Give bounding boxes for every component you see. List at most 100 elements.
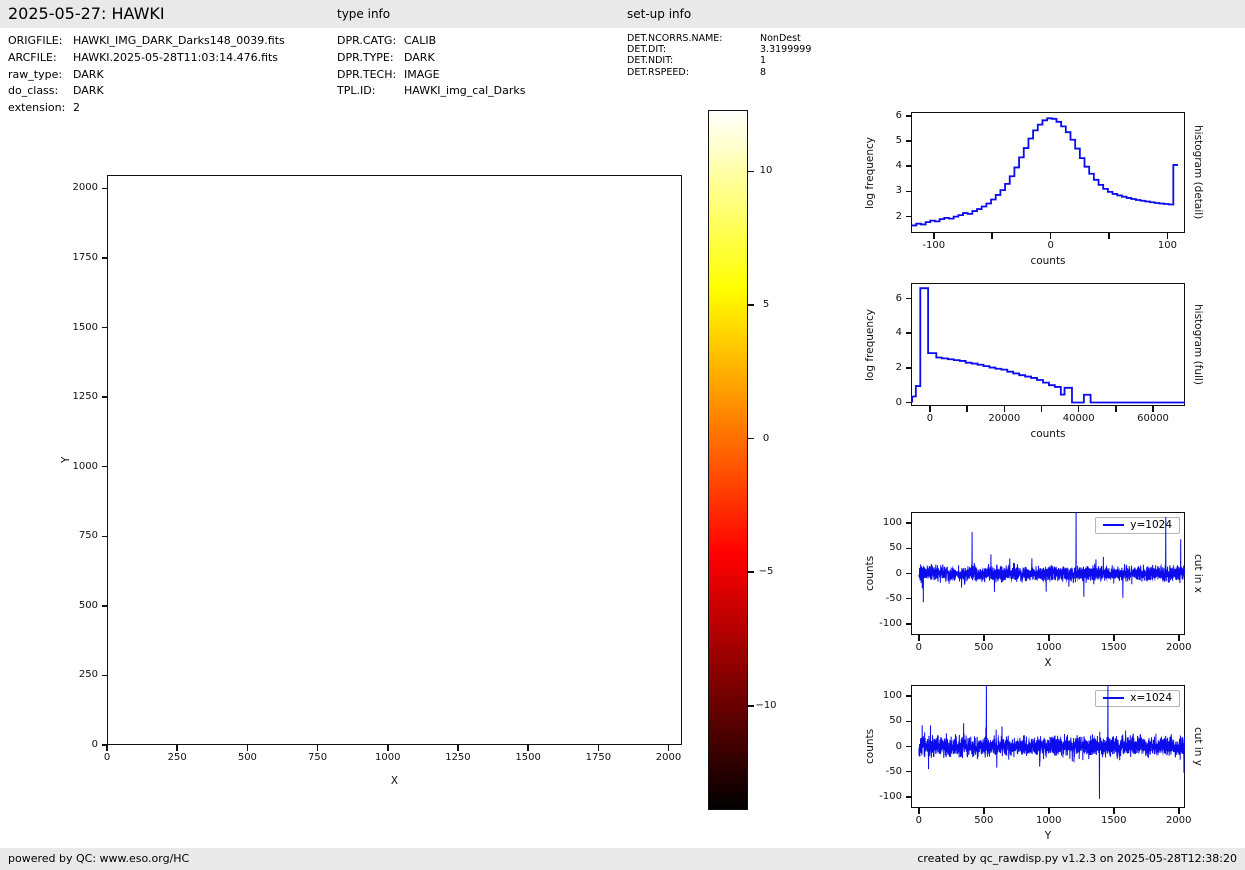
y-tick-label: 2 bbox=[0, 362, 902, 373]
y-tick-label: 5 bbox=[0, 135, 902, 146]
y-tick-label: 2 bbox=[0, 211, 902, 222]
histogram_detail-ylabel: log frequency bbox=[863, 112, 877, 233]
y-axis-tick bbox=[102, 675, 108, 677]
y-tick-label: 0 bbox=[0, 741, 902, 752]
y-tick-label: 50 bbox=[0, 715, 902, 726]
qc-report-page: 2025-05-27: HAWKI type info set-up info … bbox=[0, 0, 1245, 870]
x-axis-tick bbox=[983, 808, 985, 814]
y-tick-label: 100 bbox=[0, 690, 902, 701]
x-tick-label: 40000 bbox=[1063, 413, 1095, 424]
x-tick-label: 1250 bbox=[445, 752, 470, 763]
y-tick-label: 0 bbox=[0, 397, 902, 408]
cut_in_y-ylabel: counts bbox=[863, 685, 877, 808]
y-axis-tick bbox=[102, 257, 108, 259]
x-axis-tick bbox=[1152, 406, 1154, 412]
x-tick-label: 100 bbox=[1158, 240, 1177, 251]
y-axis-tick bbox=[102, 536, 108, 538]
x-tick-label: 500 bbox=[974, 642, 993, 653]
x-tick-label: 1000 bbox=[1036, 815, 1061, 826]
raw_frame-xlabel: X bbox=[107, 775, 682, 787]
y-tick-label: 4 bbox=[0, 327, 902, 338]
x-axis-tick bbox=[918, 635, 920, 641]
cut_in_x-ylabel: counts bbox=[863, 512, 877, 635]
x-tick-label: 2000 bbox=[1166, 642, 1191, 653]
x-tick-label: 1000 bbox=[375, 752, 400, 763]
y-tick-label: 0 bbox=[0, 568, 902, 579]
y-tick-label: -50 bbox=[0, 766, 902, 777]
x-axis-tick bbox=[1178, 635, 1180, 641]
y-tick-label: -50 bbox=[0, 593, 902, 604]
colorbar-tick bbox=[748, 304, 754, 306]
y-tick-label: 6 bbox=[0, 293, 902, 304]
x-tick-label: 750 bbox=[308, 752, 327, 763]
histogram_full-canvas bbox=[911, 283, 1185, 406]
cut_in_x-xlabel: X bbox=[911, 657, 1185, 669]
x-axis-tick bbox=[929, 406, 931, 412]
cut_in_y-right-caption: cut in y bbox=[1191, 685, 1205, 808]
x-tick-label: 2000 bbox=[656, 752, 681, 763]
x-axis-minor-tick bbox=[991, 233, 993, 239]
y-tick-label: -100 bbox=[0, 791, 902, 802]
x-axis-tick bbox=[1113, 635, 1115, 641]
x-tick-label: 500 bbox=[238, 752, 257, 763]
x-axis-tick bbox=[1178, 808, 1180, 814]
cut_in_x-right-caption: cut in x bbox=[1191, 512, 1205, 635]
x-tick-label: 60000 bbox=[1137, 413, 1169, 424]
x-axis-minor-tick bbox=[966, 406, 968, 412]
page-footer: powered by QC: www.eso.org/HC created by… bbox=[0, 848, 1245, 870]
footer-left: powered by QC: www.eso.org/HC bbox=[8, 852, 189, 865]
colorbar-tick bbox=[748, 438, 754, 440]
x-axis-tick bbox=[1048, 808, 1050, 814]
x-axis-tick bbox=[1078, 406, 1080, 412]
x-tick-label: 0 bbox=[1047, 240, 1053, 251]
x-tick-label: 2000 bbox=[1166, 815, 1191, 826]
y-tick-label: 1750 bbox=[0, 252, 98, 263]
x-tick-label: 0 bbox=[916, 642, 922, 653]
x-axis-tick bbox=[1113, 808, 1115, 814]
y-tick-label: 100 bbox=[0, 517, 902, 528]
x-axis-tick bbox=[1050, 233, 1052, 239]
x-axis-tick bbox=[933, 233, 935, 239]
y-axis-tick bbox=[102, 466, 108, 468]
x-tick-label: 250 bbox=[168, 752, 187, 763]
x-tick-label: 1500 bbox=[515, 752, 540, 763]
cut_in_y-xlabel: Y bbox=[911, 830, 1185, 842]
x-tick-label: 0 bbox=[927, 413, 933, 424]
y-tick-label: 250 bbox=[0, 669, 98, 680]
histogram_full-ylabel: log frequency bbox=[863, 283, 877, 406]
x-tick-label: 1000 bbox=[1036, 642, 1061, 653]
x-axis-minor-tick bbox=[1115, 406, 1117, 412]
x-axis-tick bbox=[1004, 406, 1006, 412]
histogram_detail-canvas bbox=[911, 112, 1185, 233]
y-tick-label: 50 bbox=[0, 542, 902, 553]
colorbar-tick bbox=[748, 705, 754, 707]
cut_in_y-canvas bbox=[911, 685, 1185, 808]
x-tick-label: 1500 bbox=[1101, 642, 1126, 653]
y-tick-label: -100 bbox=[0, 618, 902, 629]
x-tick-label: 0 bbox=[104, 752, 110, 763]
y-tick-label: 750 bbox=[0, 530, 98, 541]
x-tick-label: -100 bbox=[922, 240, 945, 251]
colorbar-tick-label: 0 bbox=[763, 433, 769, 444]
y-tick-label: 3 bbox=[0, 185, 902, 196]
x-axis-tick bbox=[1048, 635, 1050, 641]
x-tick-label: 0 bbox=[916, 815, 922, 826]
y-tick-label: 4 bbox=[0, 160, 902, 171]
colorbar-tick-label: −10 bbox=[755, 700, 776, 711]
raw_frame-frame bbox=[107, 175, 682, 745]
histogram_full-right-caption: histogram (full) bbox=[1191, 283, 1205, 406]
histogram_detail-xlabel: counts bbox=[911, 255, 1185, 267]
raw_frame-ylabel: Y bbox=[59, 175, 73, 745]
y-tick-label: 6 bbox=[0, 110, 902, 121]
y-axis-tick bbox=[102, 605, 108, 607]
x-tick-label: 1500 bbox=[1101, 815, 1126, 826]
figure-area: 0250500750100012501500175020000250500750… bbox=[0, 0, 1245, 870]
x-axis-tick bbox=[918, 808, 920, 814]
footer-right: created by qc_rawdisp.py v1.2.3 on 2025-… bbox=[917, 852, 1237, 865]
histogram_detail-right-caption: histogram (detail) bbox=[1191, 112, 1205, 233]
x-tick-label: 20000 bbox=[988, 413, 1020, 424]
x-axis-minor-tick bbox=[1041, 406, 1043, 412]
histogram_full-xlabel: counts bbox=[911, 428, 1185, 440]
cut_in_x-canvas bbox=[911, 512, 1185, 635]
x-tick-label: 1750 bbox=[586, 752, 611, 763]
